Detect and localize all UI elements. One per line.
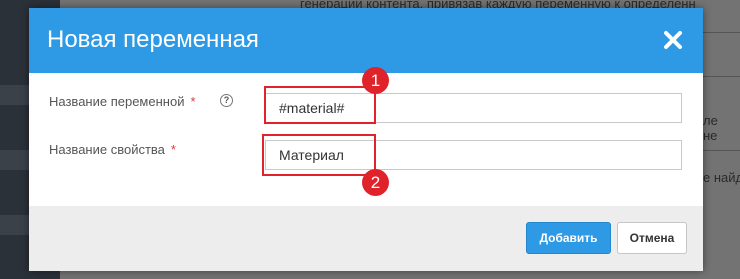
annotation-highlight-box xyxy=(264,86,376,124)
close-icon xyxy=(664,31,682,49)
cancel-button[interactable]: Отмена xyxy=(617,222,687,254)
background-divider xyxy=(703,32,740,33)
background-divider xyxy=(703,150,740,151)
add-button[interactable]: Добавить xyxy=(526,222,611,254)
required-mark: * xyxy=(190,94,196,109)
annotation-badge: 1 xyxy=(362,67,389,94)
property-name-label-text: Название свойства xyxy=(49,142,165,157)
close-button[interactable] xyxy=(659,26,687,54)
help-icon[interactable]: ? xyxy=(220,94,233,107)
annotation-badge: 2 xyxy=(362,169,389,196)
dialog-footer: Добавить Отмена xyxy=(29,206,703,271)
background-divider xyxy=(703,76,740,77)
property-name-label: Название свойства * xyxy=(49,142,176,157)
dialog-header: Новая переменная xyxy=(29,8,703,73)
variable-name-label: Название переменной * xyxy=(49,94,196,109)
dialog-title: Новая переменная xyxy=(47,26,259,53)
background-right-text: е найд xyxy=(703,170,740,185)
background-right-text: ле xyxy=(703,113,718,128)
background-right-text: не xyxy=(703,128,718,143)
variable-name-label-text: Название переменной xyxy=(49,94,185,109)
annotation-highlight-box xyxy=(262,134,376,176)
required-mark: * xyxy=(170,142,176,157)
